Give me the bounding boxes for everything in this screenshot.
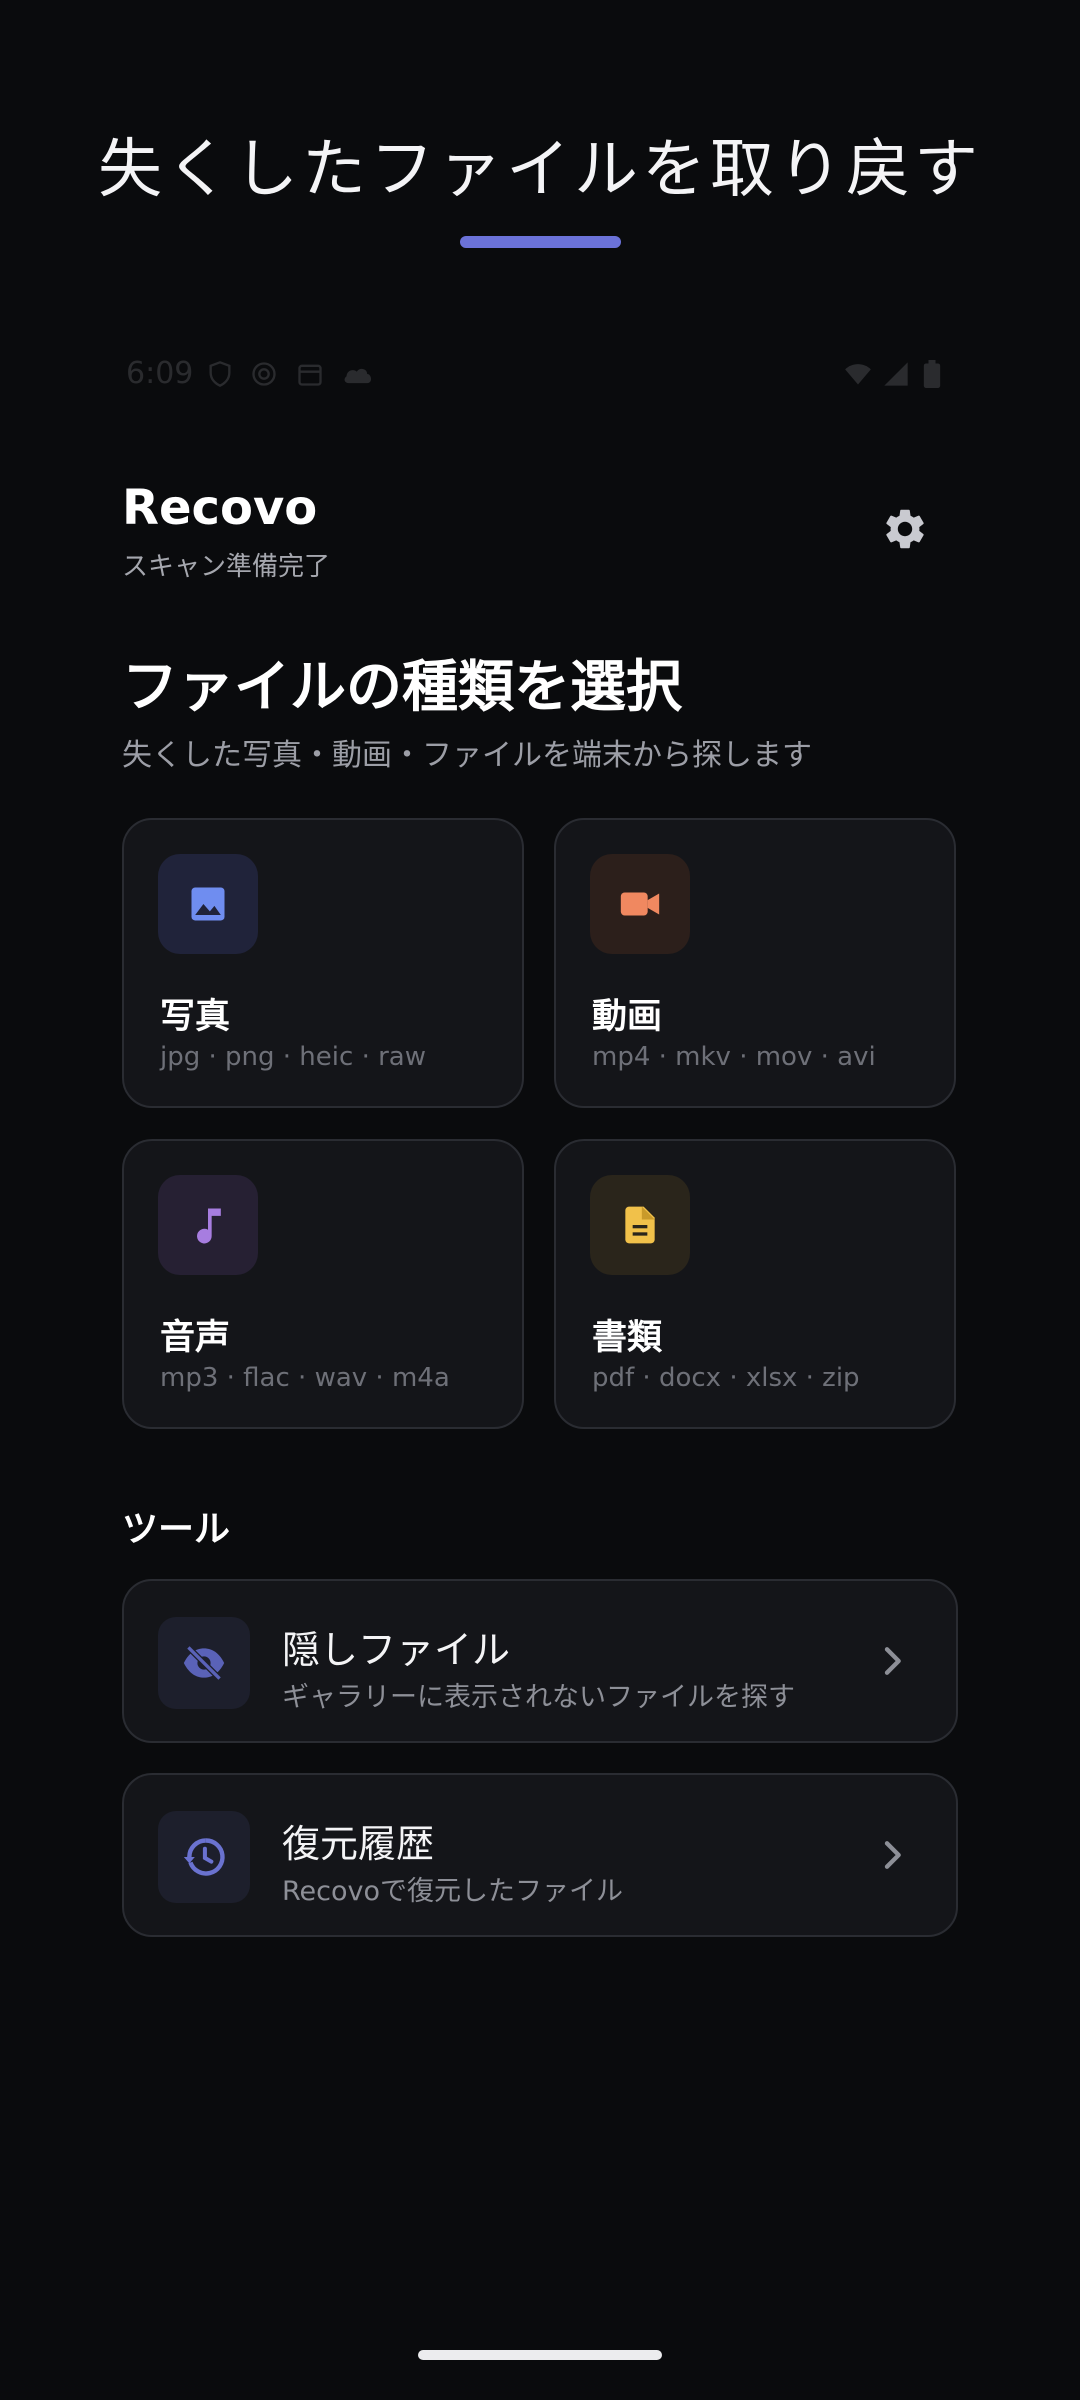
category-extensions: pdf · docx · xlsx · zip bbox=[592, 1363, 860, 1393]
tool-hidden-files[interactable]: 隠しファイル ギャラリーに表示されないファイルを探す bbox=[122, 1579, 958, 1743]
app-title: Recovo bbox=[122, 480, 318, 536]
video-camera-icon bbox=[590, 854, 690, 954]
category-extensions: mp4 · mkv · mov · avi bbox=[592, 1042, 876, 1072]
gear-icon bbox=[881, 505, 929, 557]
category-card-videos[interactable]: 動画 mp4 · mkv · mov · avi bbox=[554, 818, 956, 1108]
category-label: 動画 bbox=[592, 997, 663, 1037]
category-card-documents[interactable]: 書類 pdf · docx · xlsx · zip bbox=[554, 1139, 956, 1429]
chevron-right-icon bbox=[872, 1835, 912, 1875]
category-label: 写真 bbox=[160, 997, 231, 1037]
cloud-icon bbox=[342, 360, 374, 392]
category-label: 音声 bbox=[160, 1318, 231, 1358]
chevron-right-icon bbox=[872, 1641, 912, 1681]
shield-icon bbox=[206, 360, 234, 392]
status-time: 6:09 bbox=[126, 356, 194, 391]
wifi-icon bbox=[842, 360, 874, 392]
calendar-icon bbox=[296, 360, 324, 392]
document-icon bbox=[590, 1175, 690, 1275]
banner-underline bbox=[460, 236, 621, 248]
banner-title: 失くしたファイルを取り戻す bbox=[98, 133, 982, 207]
image-icon bbox=[158, 854, 258, 954]
file-type-title: ファイルの種類を選択 bbox=[122, 655, 682, 720]
status-bar: 6:09 bbox=[126, 352, 946, 396]
tool-restore-history[interactable]: 復元履歴 Recovoで復元したファイル bbox=[122, 1773, 958, 1937]
music-note-icon bbox=[158, 1175, 258, 1275]
tool-label: 隠しファイル bbox=[282, 1628, 511, 1672]
home-indicator[interactable] bbox=[418, 2350, 662, 2360]
category-extensions: mp3 · flac · wav · m4a bbox=[160, 1363, 450, 1393]
scan-status: スキャン準備完了 bbox=[122, 552, 331, 582]
category-label: 書類 bbox=[592, 1318, 663, 1358]
category-card-photos[interactable]: 写真 jpg · png · heic · raw bbox=[122, 818, 524, 1108]
tools-title: ツール bbox=[122, 1509, 231, 1550]
tool-description: Recovoで復元したファイル bbox=[282, 1876, 624, 1907]
history-icon bbox=[158, 1811, 250, 1903]
tool-label: 復元履歴 bbox=[282, 1822, 435, 1866]
battery-icon bbox=[922, 360, 942, 392]
at-sign-icon bbox=[250, 360, 278, 392]
eye-off-icon bbox=[158, 1617, 250, 1709]
file-type-subtitle: 失くした写真・動画・ファイルを端末から探します bbox=[122, 738, 812, 773]
category-card-audio[interactable]: 音声 mp3 · flac · wav · m4a bbox=[122, 1139, 524, 1429]
tool-description: ギャラリーに表示されないファイルを探す bbox=[282, 1682, 795, 1713]
category-extensions: jpg · png · heic · raw bbox=[160, 1042, 426, 1072]
signal-icon bbox=[882, 360, 910, 392]
settings-button[interactable] bbox=[870, 496, 940, 566]
